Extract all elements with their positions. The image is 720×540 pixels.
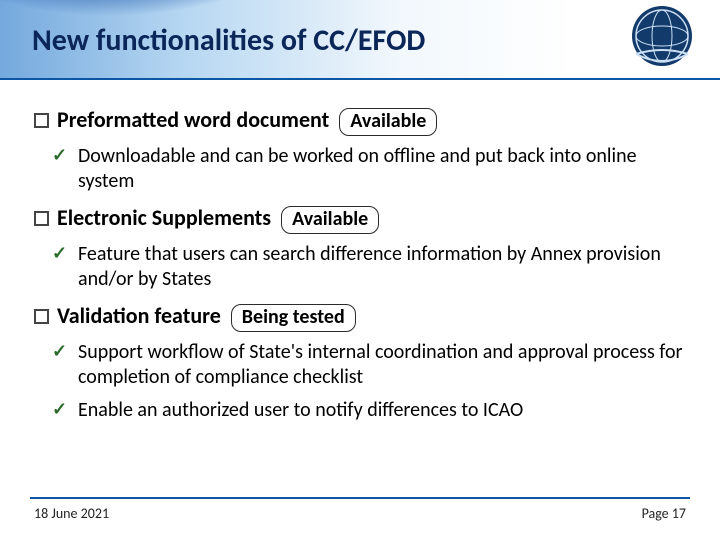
status-badge: Available — [281, 206, 379, 234]
page-title: New functionalities of CC/EFOD — [32, 22, 425, 59]
bullet-text: Enable an authorized user to notify diff… — [78, 398, 523, 423]
checkbox-icon — [34, 309, 49, 324]
status-badge: Available — [339, 108, 437, 136]
section-1-label: Preformatted word document — [57, 106, 329, 133]
section-1-head: Preformatted word document Available — [34, 106, 694, 136]
section-1-bullet-1: ✓ Downloadable and can be worked on offl… — [52, 144, 694, 194]
checkmark-icon: ✓ — [52, 144, 70, 194]
footer-divider — [30, 497, 690, 499]
section-3-head: Validation feature Being tested — [34, 302, 694, 332]
checkbox-icon — [34, 211, 49, 226]
slide-footer: 18 June 2021 Page 17 — [0, 497, 720, 522]
icao-logo — [616, 2, 708, 70]
section-3-bullet-2: ✓ Enable an authorized user to notify di… — [52, 398, 694, 423]
checkbox-icon — [34, 113, 49, 128]
footer-page: Page 17 — [642, 505, 686, 522]
section-2-label: Electronic Supplements — [57, 204, 271, 231]
bullet-text: Feature that users can search difference… — [78, 242, 694, 292]
checkmark-icon: ✓ — [52, 242, 70, 292]
checkmark-icon: ✓ — [52, 398, 70, 423]
bullet-text: Downloadable and can be worked on offlin… — [78, 144, 694, 194]
section-2-head: Electronic Supplements Available — [34, 204, 694, 234]
bullet-text: Support workflow of State's internal coo… — [78, 340, 694, 390]
section-2-bullet-1: ✓ Feature that users can search differen… — [52, 242, 694, 292]
section-3-bullet-1: ✓ Support workflow of State's internal c… — [52, 340, 694, 390]
section-3-label: Validation feature — [57, 302, 221, 329]
footer-date: 18 June 2021 — [34, 505, 109, 522]
status-badge: Being tested — [231, 304, 356, 332]
slide-content: Preformatted word document Available ✓ D… — [34, 96, 694, 431]
checkmark-icon: ✓ — [52, 340, 70, 390]
title-underline — [0, 78, 720, 80]
